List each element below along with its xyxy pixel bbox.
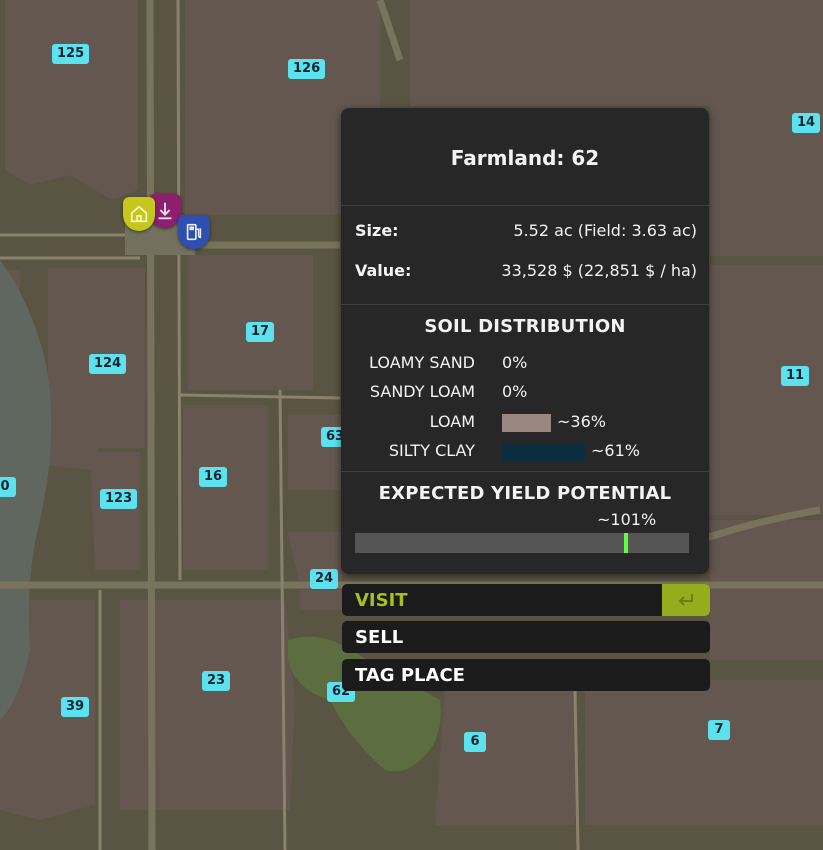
soil-bar (502, 443, 585, 461)
visit-button[interactable]: VISIT (342, 584, 710, 616)
soil-row-silty-clay: SILTY CLAY ~61% (341, 441, 709, 463)
field-label-125[interactable]: 125 (52, 44, 90, 64)
soil-name: LOAM (429, 412, 475, 431)
yield-bar-track (355, 533, 689, 553)
divider (341, 205, 709, 206)
field-label-24[interactable]: 24 (310, 569, 339, 589)
soil-percent: 0% (502, 382, 528, 401)
soil-name: SANDY LOAM (369, 382, 475, 401)
soil-row-loamy-sand: LOAMY SAND 0% (341, 353, 709, 375)
field-label-0[interactable]: 0 (0, 477, 16, 497)
size-value: 5.52 ac (Field: 3.63 ac) (513, 221, 697, 240)
field-label-17[interactable]: 17 (246, 322, 275, 342)
size-label: Size: (355, 221, 399, 240)
yield-potential-title: EXPECTED YIELD POTENTIAL (378, 483, 672, 504)
soil-percent: 0% (502, 353, 528, 372)
soil-name: LOAMY SAND (369, 353, 475, 372)
sell-button[interactable]: SELL (342, 621, 710, 653)
soil-row-sandy-loam: SANDY LOAM 0% (341, 382, 709, 404)
sell-label: SELL (355, 626, 404, 648)
soil-percent: ~36% (557, 412, 606, 431)
value-label: Value: (355, 261, 412, 280)
field-label-23[interactable]: 23 (202, 671, 231, 691)
home-icon[interactable] (123, 197, 155, 231)
field-label-39[interactable]: 39 (61, 697, 90, 717)
value-row: Value: 33,528 $ (22,851 $ / ha) (355, 261, 697, 280)
soil-distribution-title: SOIL DISTRIBUTION (424, 316, 626, 337)
panel-title: Farmland: 62 (450, 146, 600, 170)
yield-percent: ~101% (597, 510, 657, 529)
field-label-123[interactable]: 123 (100, 489, 138, 509)
fuel-station-icon[interactable] (178, 215, 210, 249)
tag-place-label: TAG PLACE (355, 664, 465, 686)
field-label-14[interactable]: 14 (792, 113, 821, 133)
visit-label: VISIT (355, 589, 408, 611)
divider (341, 304, 709, 305)
field-label-6[interactable]: 6 (464, 732, 486, 752)
soil-percent: ~61% (591, 441, 640, 460)
field-label-11[interactable]: 11 (781, 366, 810, 386)
field-label-16[interactable]: 16 (199, 467, 228, 487)
tag-place-button[interactable]: TAG PLACE (342, 659, 710, 691)
value-value: 33,528 $ (22,851 $ / ha) (501, 261, 697, 280)
field-label-126[interactable]: 126 (288, 59, 326, 79)
field-label-7[interactable]: 7 (708, 720, 730, 740)
yield-bar-marker (624, 533, 628, 553)
soil-name: SILTY CLAY (388, 441, 475, 460)
soil-row-loam: LOAM ~36% (341, 412, 709, 434)
size-row: Size: 5.52 ac (Field: 3.63 ac) (355, 221, 697, 240)
enter-key-icon[interactable] (662, 584, 710, 616)
soil-bar (502, 414, 551, 432)
farmland-info-panel: Farmland: 62 Size: 5.52 ac (Field: 3.63 … (341, 108, 709, 574)
divider (341, 471, 709, 472)
field-label-124[interactable]: 124 (89, 354, 127, 374)
